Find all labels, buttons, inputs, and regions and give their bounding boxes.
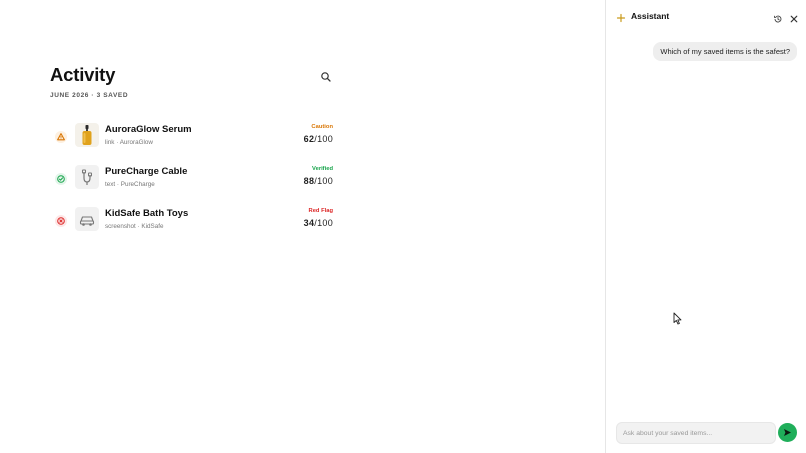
item-score: 62/100 [304, 134, 333, 144]
chat-composer [616, 422, 776, 444]
check-circle-icon [55, 173, 67, 185]
warning-icon [55, 131, 67, 143]
list-item[interactable]: AuroraGlow Serum link · AuroraGlow Cauti… [50, 122, 336, 152]
search-icon[interactable] [320, 70, 332, 82]
item-name: KidSafe Bath Toys [105, 208, 189, 219]
assistant-panel: Assistant Which of my saved items is the… [605, 0, 806, 453]
page-title: Activity [50, 64, 116, 85]
status-badge: Red Flag [308, 208, 333, 214]
score-value: 88 [303, 176, 315, 186]
item-meta: link · AuroraGlow [105, 139, 153, 146]
history-icon[interactable] [773, 11, 783, 23]
list-item[interactable]: PureCharge Cable text · PureCharge Verif… [50, 164, 336, 194]
send-button[interactable] [778, 423, 797, 442]
item-score: 34/100 [304, 218, 333, 228]
score-suffix: /100 [314, 134, 333, 144]
serum-bottle-icon [75, 123, 99, 147]
activity-page: Activity JUNE 2026 · 3 SAVED AuroraGlow … [0, 0, 605, 453]
item-meta: screenshot · KidSafe [105, 223, 164, 230]
status-badge: Verified [312, 166, 333, 172]
chat-input[interactable] [617, 423, 773, 443]
score-value: 34 [303, 218, 315, 228]
item-score: 88/100 [304, 176, 333, 186]
plus-icon[interactable] [616, 10, 626, 23]
status-badge: Caution [311, 124, 333, 130]
x-circle-icon [55, 215, 67, 227]
item-meta: text · PureCharge [105, 181, 155, 188]
close-icon[interactable] [789, 11, 799, 23]
page-subtitle: JUNE 2026 · 3 SAVED [50, 92, 129, 99]
score-value: 62 [303, 134, 315, 144]
assistant-header: Assistant [606, 0, 806, 32]
send-icon [784, 429, 791, 436]
score-suffix: /100 [314, 176, 333, 186]
list-item[interactable]: KidSafe Bath Toys screenshot · KidSafe R… [50, 206, 336, 236]
item-name: AuroraGlow Serum [105, 124, 192, 135]
user-message: Which of my saved items is the safest? [653, 42, 797, 61]
score-suffix: /100 [314, 218, 333, 228]
assistant-title: Assistant [631, 11, 670, 21]
toy-car-icon [75, 207, 99, 231]
cable-icon [75, 165, 99, 189]
mouse-cursor-icon [673, 312, 682, 325]
item-name: PureCharge Cable [105, 166, 188, 177]
